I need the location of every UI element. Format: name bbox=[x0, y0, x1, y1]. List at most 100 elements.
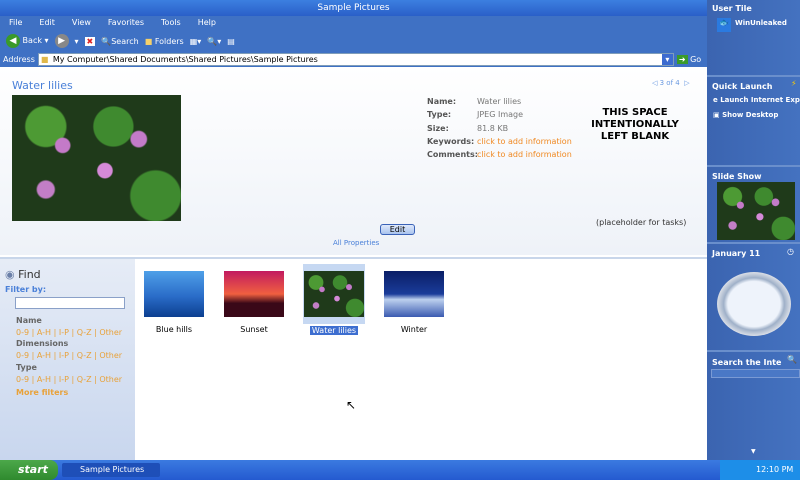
explorer-window: Sample Pictures File Edit View Favorites Too… bbox=[0, 0, 707, 462]
folders-button[interactable]: ■ Folders bbox=[145, 37, 184, 46]
preview-title: Water lilies bbox=[12, 79, 73, 92]
thumbnail-sunset[interactable]: Sunset bbox=[223, 265, 285, 334]
folder-icon: ■ bbox=[144, 36, 153, 46]
user-tile-header: User Tile bbox=[712, 4, 752, 13]
ie-icon: e bbox=[713, 96, 718, 104]
folder-icon: ■ bbox=[40, 55, 49, 64]
filter-link[interactable]: Other bbox=[99, 375, 122, 384]
filter-link[interactable]: A-H bbox=[37, 328, 51, 337]
filter-input[interactable] bbox=[15, 297, 125, 309]
filter-link[interactable]: Q-Z bbox=[77, 328, 92, 337]
taskbar: start Sample Pictures 12:10 PM bbox=[0, 460, 800, 480]
thumbnail-label: Sunset bbox=[240, 325, 268, 334]
address-bar: Address ■ My Computer\Shared Documents\Sh… bbox=[0, 52, 707, 67]
filter-link[interactable]: 0-9 bbox=[16, 375, 29, 384]
menu-help[interactable]: Help bbox=[198, 16, 216, 30]
taskbar-button-sample-pictures[interactable]: Sample Pictures bbox=[62, 463, 160, 477]
filter-link[interactable]: Other bbox=[99, 351, 122, 360]
scroll-down-arrow[interactable]: ▼ bbox=[751, 448, 756, 455]
thumbnail-winter[interactable]: Winter bbox=[383, 265, 445, 334]
slide-show-header: Slide Show bbox=[712, 172, 762, 181]
show-desktop-item[interactable]: ▣ Show Desktop bbox=[713, 111, 778, 119]
file-view: ◉ Find Filter by: Name 0-9 | A-H | I-P |… bbox=[0, 257, 707, 462]
mouse-cursor-icon: ↖ bbox=[346, 398, 357, 412]
next-button[interactable]: ▷ bbox=[684, 79, 689, 87]
filter-link[interactable]: Other bbox=[99, 328, 122, 337]
back-button[interactable]: ◀ Back ▾ bbox=[6, 34, 49, 48]
filter-link[interactable]: I-P bbox=[59, 351, 69, 360]
menu-tools[interactable]: Tools bbox=[161, 16, 181, 30]
menu-view[interactable]: View bbox=[72, 16, 91, 30]
search-button[interactable]: 🔍Search bbox=[101, 37, 138, 46]
filter-link[interactable]: I-P bbox=[59, 375, 69, 384]
delete-icon[interactable]: ✖ bbox=[84, 36, 96, 46]
prop-label: Type: bbox=[427, 110, 452, 120]
all-properties-link[interactable]: All Properties bbox=[333, 239, 379, 247]
tasks-placeholder: (placeholder for tasks) bbox=[596, 218, 687, 227]
forward-button[interactable]: ▶ bbox=[54, 34, 69, 48]
prev-button[interactable]: ◁ bbox=[652, 79, 657, 87]
thumbnail-label: Water lilies bbox=[309, 326, 359, 335]
search-icon: 🔍 bbox=[787, 355, 797, 364]
user-name[interactable]: WinUnleaked bbox=[735, 19, 787, 27]
internet-search-input[interactable] bbox=[711, 369, 800, 378]
keywords-link[interactable]: click to add information bbox=[477, 137, 572, 146]
find-title: Find bbox=[18, 268, 41, 281]
search-icon: 🔍 bbox=[101, 36, 112, 46]
more-filters-link[interactable]: More filters bbox=[16, 387, 122, 399]
filter-group-name: Name bbox=[16, 316, 42, 325]
slide-show-image[interactable] bbox=[717, 182, 795, 240]
desktop-icon: ▣ bbox=[713, 111, 720, 119]
prop-label: Comments: bbox=[427, 150, 478, 160]
filter-by-label: Filter by: bbox=[5, 285, 47, 294]
go-button[interactable]: ➜ Go bbox=[676, 55, 701, 64]
address-label: Address bbox=[3, 55, 35, 64]
lightning-icon: ⚡ bbox=[791, 79, 797, 88]
filter-link[interactable]: 0-9 bbox=[16, 328, 29, 337]
system-tray: 12:10 PM bbox=[720, 460, 800, 480]
zoom-button[interactable]: 🔍▾ bbox=[207, 37, 221, 46]
launch-ie-item[interactable]: e Launch Internet Explorer bbox=[713, 96, 800, 104]
filter-link[interactable]: I-P bbox=[59, 328, 69, 337]
filter-link[interactable]: A-H bbox=[37, 375, 51, 384]
filter-link[interactable]: Q-Z bbox=[77, 351, 92, 360]
address-input[interactable]: ■ My Computer\Shared Documents\Shared Pic… bbox=[37, 53, 674, 66]
preview-pane: Water lilies ◁ 3 of 4 ▷ Name: Water lilie… bbox=[0, 67, 707, 255]
back-arrow-icon: ◀ bbox=[6, 34, 20, 48]
menu-bar: File Edit View Favorites Tools Help bbox=[0, 16, 707, 30]
date-label: January 11 bbox=[712, 249, 761, 258]
filter-link[interactable]: Q-Z bbox=[77, 375, 92, 384]
collapse-icon[interactable]: ◉ bbox=[5, 268, 15, 281]
analog-clock bbox=[717, 272, 791, 336]
filter-group-type: Type bbox=[16, 362, 37, 372]
toolbar: ◀ Back ▾ ▶ ▾ ✖ 🔍Search ■ Folders ▦▾ 🔍▾ ▤ bbox=[0, 30, 707, 52]
prop-label: Name: bbox=[427, 97, 457, 106]
find-panel: ◉ Find Filter by: Name 0-9 | A-H | I-P |… bbox=[0, 259, 135, 462]
address-dropdown[interactable]: ▾ bbox=[661, 54, 673, 65]
edit-button[interactable]: Edit bbox=[380, 224, 415, 235]
filter-link[interactable]: A-H bbox=[37, 351, 51, 360]
prop-label: Keywords: bbox=[427, 136, 475, 146]
go-arrow-icon: ➜ bbox=[676, 55, 688, 64]
prop-value: JPEG Image bbox=[477, 110, 524, 120]
sidebar: User Tile 🐟 WinUnleaked Quick Launch ⚡ e… bbox=[707, 0, 800, 460]
menu-file[interactable]: File bbox=[9, 16, 22, 30]
clock-time[interactable]: 12:10 PM bbox=[756, 465, 793, 474]
filter-link[interactable]: 0-9 bbox=[16, 351, 29, 360]
start-button[interactable]: start bbox=[0, 460, 58, 480]
thumbnails-button[interactable]: ▤ bbox=[227, 37, 235, 46]
prop-label: Size: bbox=[427, 123, 449, 133]
preview-image[interactable] bbox=[12, 95, 181, 221]
title-bar[interactable]: Sample Pictures bbox=[0, 0, 707, 16]
prop-value: 81.8 KB bbox=[477, 123, 509, 133]
blank-notice: THIS SPACE INTENTIONALLY LEFT BLANK bbox=[591, 107, 679, 142]
menu-edit[interactable]: Edit bbox=[39, 16, 55, 30]
user-avatar[interactable]: 🐟 bbox=[717, 18, 731, 32]
thumbnail-water-lilies[interactable]: Water lilies bbox=[303, 264, 365, 335]
comments-link[interactable]: click to add information bbox=[477, 150, 572, 159]
views-button[interactable]: ▦▾ bbox=[190, 37, 202, 46]
thumbnail-label: Winter bbox=[400, 325, 428, 334]
window-title: Sample Pictures bbox=[317, 3, 390, 13]
menu-favorites[interactable]: Favorites bbox=[108, 16, 144, 30]
thumbnail-blue-hills[interactable]: Blue hills bbox=[143, 265, 205, 334]
